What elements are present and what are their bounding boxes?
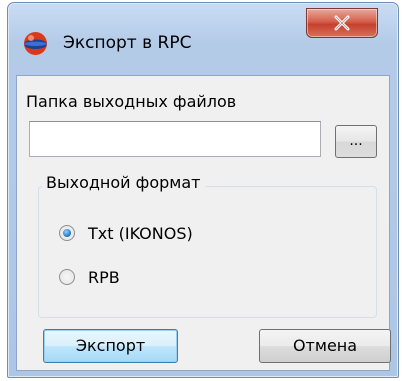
- output-format-group: [38, 186, 377, 318]
- sphere-app-icon: [23, 31, 48, 56]
- dialog-body: Папка выходных файлов ... Выходной форма…: [16, 75, 391, 371]
- radio-button-unchecked[interactable]: [59, 269, 75, 285]
- window-title: Экспорт в RPC: [63, 33, 192, 53]
- export-button[interactable]: Экспорт: [43, 329, 178, 363]
- export-rpc-dialog: Экспорт в RPC Папка выходных файлов ... …: [7, 2, 399, 378]
- radio-button-checked[interactable]: [59, 225, 75, 241]
- radio-option-rpb[interactable]: RPB: [59, 266, 120, 288]
- radio-label-rpb: RPB: [88, 267, 120, 287]
- cancel-button[interactable]: Отмена: [259, 329, 391, 363]
- close-button[interactable]: [306, 8, 378, 38]
- browse-button[interactable]: ...: [335, 125, 377, 158]
- output-format-group-title: Выходной формат: [42, 173, 207, 192]
- radio-label-txt-ikonos: Txt (IKONOS): [88, 223, 193, 243]
- radio-option-txt-ikonos[interactable]: Txt (IKONOS): [59, 222, 193, 244]
- output-folder-label: Папка выходных файлов: [26, 92, 237, 111]
- close-x-icon: [334, 15, 350, 31]
- title-bar[interactable]: Экспорт в RPC: [8, 3, 398, 75]
- output-folder-input[interactable]: [29, 121, 321, 157]
